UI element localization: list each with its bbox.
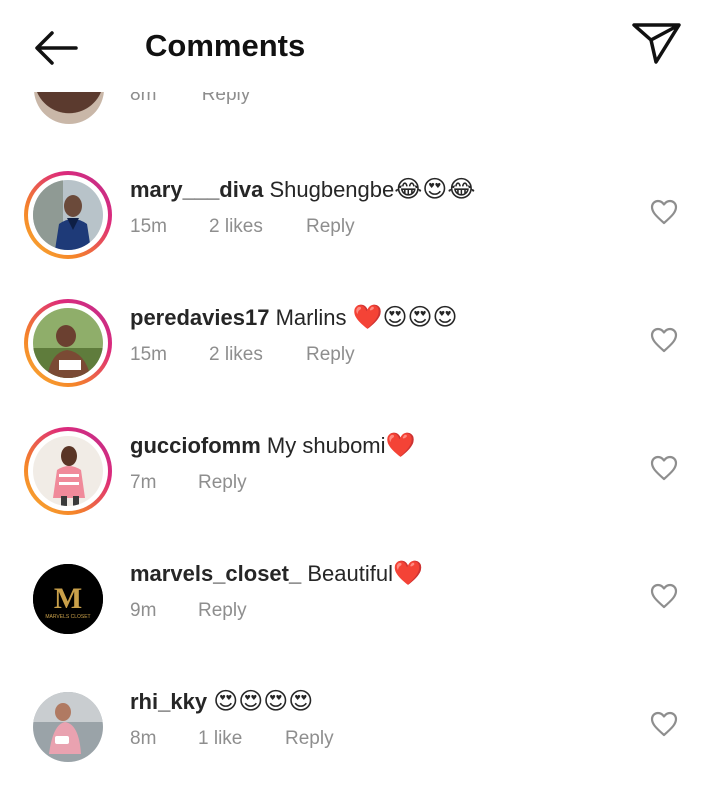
comment-time: 7m: [130, 472, 157, 493]
reply-button[interactable]: Reply: [285, 728, 334, 750]
comment-text: peredavies17 Marlins ❤️😍😍😍: [130, 303, 458, 332]
avatar: [33, 436, 103, 506]
reply-button[interactable]: Reply: [202, 92, 251, 105]
avatar[interactable]: M MARVELS CLOSET: [24, 555, 112, 643]
comment-row: rhi_kky 😍😍😍😍 8m 1 like Reply: [0, 683, 720, 811]
avatar[interactable]: [34, 92, 104, 124]
comment-row: peredavies17 Marlins ❤️😍😍😍 15m 2 likes R…: [0, 299, 720, 427]
heart-outline-icon: [650, 711, 678, 737]
comment-username[interactable]: peredavies17: [130, 305, 269, 330]
comment-time: 8m: [130, 92, 157, 105]
comment-emojis: ❤️: [392, 560, 423, 587]
comment-body: Marlins: [275, 305, 347, 330]
avatar-story-ring[interactable]: [24, 299, 112, 387]
like-button[interactable]: [650, 455, 678, 481]
avatar-story-ring[interactable]: [24, 427, 112, 515]
heart-outline-icon: [650, 583, 678, 609]
like-button[interactable]: [650, 327, 678, 353]
page-title: Comments: [145, 28, 306, 63]
logo-letter: M: [54, 582, 82, 615]
comment-text: gucciofomm My shubomi❤️: [130, 431, 415, 460]
like-button[interactable]: [650, 583, 678, 609]
header-bar: Comments: [0, 0, 720, 92]
like-button[interactable]: [650, 711, 678, 737]
comment-row: M MARVELS CLOSET marvels_closet_ Beautif…: [0, 555, 720, 683]
comment-emojis: 😍😍😍😍: [213, 688, 314, 715]
comment-body: Shugbengbe: [269, 177, 395, 202]
comment-time: 15m: [130, 344, 167, 365]
comment-username[interactable]: rhi_kky: [130, 689, 207, 714]
comment-meta: 8m Reply: [130, 92, 290, 106]
comment-row: gucciofomm My shubomi❤️ 7m Reply: [0, 427, 720, 555]
heart-outline-icon: [650, 455, 678, 481]
comment-body: My shubomi: [266, 433, 386, 458]
comment-text: marvels_closet_ Beautiful❤️: [130, 559, 423, 588]
reply-button[interactable]: Reply: [198, 600, 247, 622]
comment-username[interactable]: marvels_closet_: [130, 561, 301, 586]
avatar[interactable]: [24, 683, 112, 771]
heart-outline-icon: [650, 199, 678, 225]
arrow-left-icon: [35, 31, 78, 65]
like-button[interactable]: [650, 199, 678, 225]
comment-time: 9m: [130, 600, 157, 621]
heart-outline-icon: [650, 327, 678, 353]
comment-emojis: 😂😍😂: [394, 176, 476, 203]
partial-comment-row: 8m Reply: [0, 92, 720, 132]
share-button[interactable]: [628, 18, 684, 68]
comment-time: 8m: [130, 728, 157, 749]
likes-count[interactable]: 1 like: [198, 728, 242, 750]
avatar: [33, 180, 103, 250]
likes-count[interactable]: 2 likes: [209, 344, 263, 366]
logo-caption: MARVELS CLOSET: [45, 614, 90, 620]
comment-username[interactable]: mary___diva: [130, 177, 263, 202]
reply-button[interactable]: Reply: [306, 216, 355, 238]
avatar: [33, 308, 103, 378]
comment-time: 15m: [130, 216, 167, 237]
avatar-story-ring[interactable]: [24, 171, 112, 259]
comment-emojis: ❤️😍😍😍: [352, 304, 458, 331]
reply-button[interactable]: Reply: [306, 344, 355, 366]
comment-emojis: ❤️: [385, 432, 416, 459]
comment-row: mary___diva Shugbengbe😂😍😂 15m 2 likes Re…: [0, 171, 720, 299]
likes-count[interactable]: 2 likes: [209, 216, 263, 238]
reply-button[interactable]: Reply: [198, 472, 247, 494]
comment-text: rhi_kky 😍😍😍😍: [130, 687, 313, 716]
comment-text: mary___diva Shugbengbe😂😍😂: [130, 175, 475, 204]
comment-body: Beautiful: [307, 561, 393, 586]
comment-username[interactable]: gucciofomm: [130, 433, 261, 458]
paper-plane-icon: [632, 23, 681, 64]
marvels-closet-logo: M MARVELS CLOSET: [33, 564, 103, 634]
back-button[interactable]: [28, 26, 84, 70]
